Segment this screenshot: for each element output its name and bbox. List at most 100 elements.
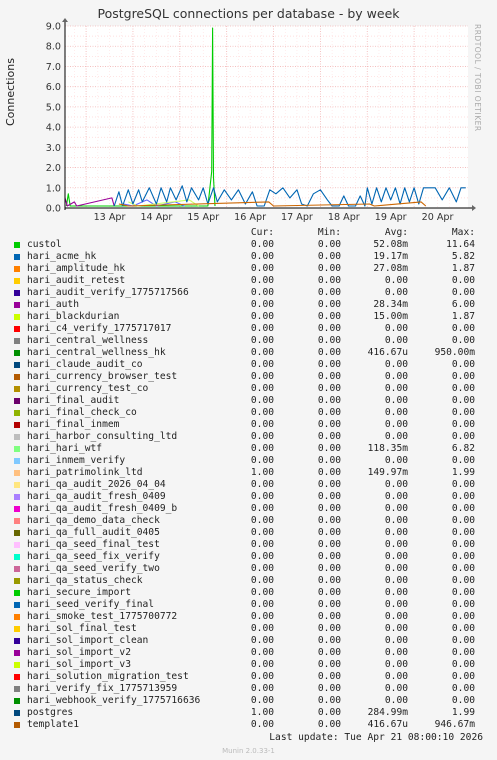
legend-series-name: template1 xyxy=(27,719,79,730)
legend-swatch xyxy=(14,518,20,524)
x-axis-arrow-icon xyxy=(472,205,476,211)
legend-cur-value: 0.00 xyxy=(250,647,274,658)
legend-cur-value: 0.00 xyxy=(250,323,274,334)
legend-min-value: 0.00 xyxy=(317,455,341,466)
legend-row: hari_blackdurian 0.00 0.00 15.00m 1.87 xyxy=(0,311,497,323)
legend-max-value: 0.00 xyxy=(451,647,475,658)
legend-min-value: 0.00 xyxy=(317,503,341,514)
legend-cur-value: 0.00 xyxy=(250,455,274,466)
legend-max-value: 0.00 xyxy=(451,671,475,682)
legend-series-name: hari_sol_import_v2 xyxy=(27,647,131,658)
legend-header-avg: Avg: xyxy=(384,227,408,238)
legend-min-value: 0.00 xyxy=(317,527,341,538)
legend-series-name: hari_webhook_verify_1775716636 xyxy=(27,695,201,706)
legend-header-cur: Cur: xyxy=(250,227,274,238)
legend-row: hari_qa_audit_fresh_0409_b 0.00 0.00 0.00 0.… xyxy=(0,503,497,515)
legend-cur-value: 0.00 xyxy=(250,635,274,646)
legend-avg-value: 0.00 xyxy=(384,419,408,430)
legend-max-value: 0.00 xyxy=(451,287,475,298)
legend-swatch xyxy=(14,278,20,284)
y-tick-label: 4.0 xyxy=(46,123,61,134)
legend-row: hari_currency_test_co 0.00 0.00 0.00 0.00 xyxy=(0,383,497,395)
legend-swatch xyxy=(14,662,20,668)
legend-cur-value: 1.00 xyxy=(250,467,274,478)
legend-series-name: hari_c4_verify_1775717017 xyxy=(27,323,172,334)
legend-min-value: 0.00 xyxy=(317,323,341,334)
legend-row: hari_qa_demo_data_check 0.00 0.00 0.00 0.00 xyxy=(0,515,497,527)
legend-avg-value: 0.00 xyxy=(384,527,408,538)
legend-series-name: postgres xyxy=(27,707,74,718)
legend-avg-value: 0.00 xyxy=(384,587,408,598)
legend-cur-value: 0.00 xyxy=(250,311,274,322)
legend-swatch xyxy=(14,254,20,260)
legend-series-name: hari_qa_seed_verify_two xyxy=(27,563,160,574)
legend-series-name: hari_central_wellness_hk xyxy=(27,347,166,358)
legend-swatch xyxy=(14,686,20,692)
y-axis-arrow-icon xyxy=(62,18,68,22)
legend-min-value: 0.00 xyxy=(317,647,341,658)
legend-swatch xyxy=(14,386,20,392)
legend-row: hari_qa_audit_2026_04_04 0.00 0.00 0.00 0.00 xyxy=(0,479,497,491)
legend-avg-value: 0.00 xyxy=(384,635,408,646)
legend-avg-value: 0.00 xyxy=(384,479,408,490)
y-tick-label: 5.0 xyxy=(46,102,61,113)
last-update: Last update: Tue Apr 21 08:00:10 2026 xyxy=(269,732,483,743)
x-tick-label: 19 Apr xyxy=(375,212,407,223)
legend-avg-value: 0.00 xyxy=(384,671,408,682)
legend-swatch xyxy=(14,554,20,560)
legend-avg-value: 0.00 xyxy=(384,323,408,334)
legend-max-value: 0.00 xyxy=(451,515,475,526)
legend-swatch xyxy=(14,566,20,572)
legend-cur-value: 0.00 xyxy=(250,539,274,550)
chart-svg: 0.0 1.0 2.0 3.0 4.0 5.0 6.0 7.0 8.0 9.0 13 Apr 14 A… xyxy=(46,18,476,223)
legend-swatch xyxy=(14,710,20,716)
legend-min-value: 0.00 xyxy=(317,539,341,550)
legend-header-max: Max: xyxy=(451,227,475,238)
legend-series-name: hari_verify_fix_1775713959 xyxy=(27,683,178,694)
legend-min-value: 0.00 xyxy=(317,395,341,406)
legend-swatch xyxy=(14,362,20,368)
legend-cur-value: 0.00 xyxy=(250,683,274,694)
legend-avg-value: 0.00 xyxy=(384,551,408,562)
legend-row: hari_sol_import_v3 0.00 0.00 0.00 0.00 xyxy=(0,659,497,671)
legend-row: hari_final_inmem 0.00 0.00 0.00 0.00 xyxy=(0,419,497,431)
legend-row: hari_currency_browser_test 0.00 0.00 0.00 0.… xyxy=(0,371,497,383)
legend-max-value: 0.00 xyxy=(451,275,475,286)
legend-row: hari_acme_hk 0.00 0.00 19.17m 5.82 xyxy=(0,251,497,263)
legend-avg-value: 28.34m xyxy=(373,299,408,310)
legend-header-min: Min: xyxy=(317,227,341,238)
legend-avg-value: 0.00 xyxy=(384,275,408,286)
legend-series-name: custol xyxy=(27,239,62,250)
legend-min-value: 0.00 xyxy=(317,719,341,730)
legend-cur-value: 0.00 xyxy=(250,359,274,370)
legend-avg-value: 284.99m xyxy=(367,707,408,718)
legend-row: hari_hari_wtf 0.00 0.00 118.35m 6.82 xyxy=(0,443,497,455)
legend-min-value: 0.00 xyxy=(317,563,341,574)
legend-avg-value: 0.00 xyxy=(384,431,408,442)
legend-row: hari_final_check_co 0.00 0.00 0.00 0.00 xyxy=(0,407,497,419)
legend-series-name: hari_claude_audit_co xyxy=(27,359,143,370)
legend-max-value: 0.00 xyxy=(451,563,475,574)
legend-max-value: 0.00 xyxy=(451,659,475,670)
legend-row: hari_secure_import 0.00 0.00 0.00 0.00 xyxy=(0,587,497,599)
legend-avg-value: 0.00 xyxy=(384,491,408,502)
legend-min-value: 0.00 xyxy=(317,467,341,478)
legend-min-value: 0.00 xyxy=(317,407,341,418)
legend-avg-value: 118.35m xyxy=(367,443,408,454)
legend-swatch xyxy=(14,530,20,536)
legend-series-name: hari_amplitude_hk xyxy=(27,263,126,274)
legend-max-value: 0.00 xyxy=(451,623,475,634)
legend-max-value: 0.00 xyxy=(451,383,475,394)
legend-cur-value: 0.00 xyxy=(250,719,274,730)
legend-avg-value: 0.00 xyxy=(384,611,408,622)
legend-swatch xyxy=(14,458,20,464)
x-tick-label: 13 Apr xyxy=(94,212,126,223)
legend-cur-value: 0.00 xyxy=(250,395,274,406)
legend-cur-value: 0.00 xyxy=(250,263,274,274)
legend-max-value: 0.00 xyxy=(451,455,475,466)
legend-swatch xyxy=(14,602,20,608)
legend-min-value: 0.00 xyxy=(317,371,341,382)
legend-max-value: 6.82 xyxy=(451,443,475,454)
legend-avg-value: 0.00 xyxy=(384,335,408,346)
legend-swatch xyxy=(14,302,20,308)
